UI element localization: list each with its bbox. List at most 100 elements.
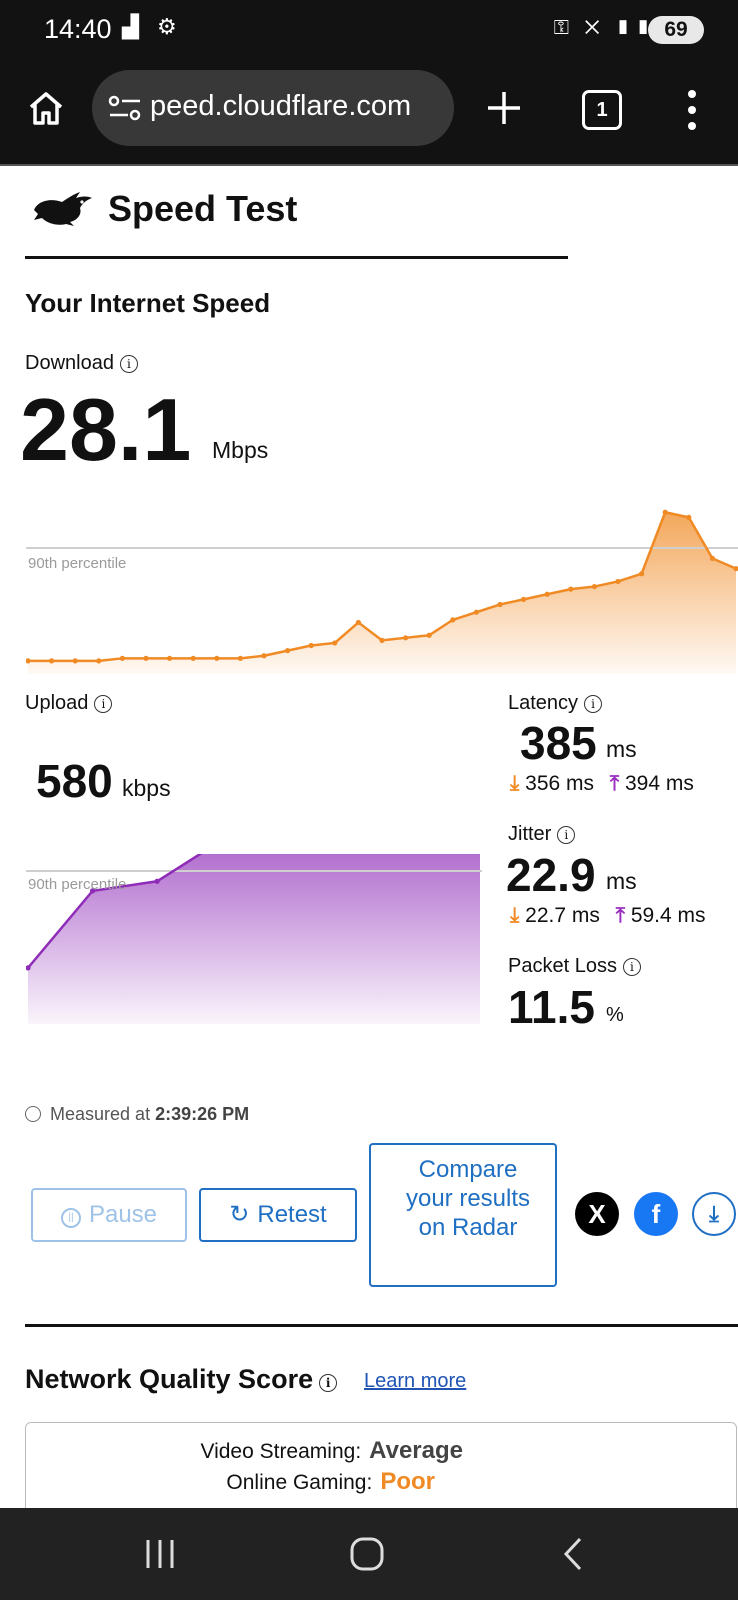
download-point bbox=[49, 658, 55, 664]
home-nav-icon[interactable] bbox=[349, 1536, 385, 1572]
tab-switcher-button[interactable]: 1 bbox=[582, 90, 622, 130]
latency-down-value: 356 ms bbox=[525, 772, 595, 795]
download-point bbox=[285, 648, 291, 654]
pause-button[interactable]: || Pause bbox=[31, 1188, 187, 1242]
rabbit-logo-icon bbox=[34, 192, 92, 226]
back-icon[interactable] bbox=[560, 1536, 586, 1572]
packet-loss-unit: % bbox=[606, 1004, 624, 1026]
upload-percentile-label: 90th percentile bbox=[28, 876, 127, 893]
address-bar[interactable]: peed.cloudflare.com bbox=[92, 70, 454, 146]
upload-value: 580 bbox=[36, 755, 113, 807]
upload-arrow-icon: ⤒ bbox=[615, 904, 625, 927]
download-point bbox=[261, 653, 267, 659]
home-icon[interactable] bbox=[26, 88, 66, 128]
download-point bbox=[119, 655, 125, 661]
learn-more-link[interactable]: Learn more bbox=[364, 1370, 466, 1393]
x-share-icon[interactable]: X bbox=[575, 1192, 619, 1236]
packet-loss-label: Packet Loss i bbox=[508, 955, 641, 978]
latency-up-value: 394 ms bbox=[625, 772, 694, 795]
upload-label-text: Upload bbox=[25, 692, 89, 714]
header-divider bbox=[25, 256, 568, 259]
download-label-text: Download bbox=[25, 352, 114, 374]
download-point bbox=[167, 655, 173, 661]
download-point bbox=[96, 658, 102, 664]
download-point bbox=[237, 655, 243, 661]
recent-apps-icon[interactable] bbox=[144, 1538, 178, 1570]
compare-label: Compare your results on Radar bbox=[405, 1156, 531, 1241]
facebook-share-icon[interactable]: f bbox=[634, 1192, 678, 1236]
download-percentile-label: 90th percentile bbox=[28, 555, 127, 572]
jitter-value: 22.9 bbox=[506, 849, 596, 901]
download-point bbox=[450, 617, 456, 623]
retest-label: Retest bbox=[257, 1201, 327, 1228]
latency-label: Latency i bbox=[508, 692, 603, 715]
battery-indicator: 69 bbox=[648, 16, 704, 44]
info-icon[interactable]: i bbox=[557, 826, 576, 844]
site-settings-icon[interactable] bbox=[108, 94, 142, 122]
info-icon[interactable]: i bbox=[94, 695, 113, 713]
packet-loss-value: 11.5 bbox=[508, 981, 595, 1033]
status-time: 14:40 bbox=[44, 14, 112, 44]
jitter-down-value: 22.7 ms bbox=[525, 904, 600, 927]
jitter-up-value: 59.4 ms bbox=[630, 904, 706, 927]
score-value: Average bbox=[369, 1437, 463, 1464]
download-point bbox=[662, 509, 668, 515]
upload-label: Upload i bbox=[25, 692, 113, 715]
info-icon[interactable]: i bbox=[622, 958, 641, 976]
measured-time-value: 2:39:26 PM bbox=[155, 1104, 250, 1124]
compare-radar-button[interactable]: Compare your results on Radar bbox=[369, 1143, 557, 1287]
info-icon[interactable]: i bbox=[319, 1374, 338, 1392]
measured-prefix: Measured at bbox=[50, 1104, 151, 1124]
url-text[interactable]: peed.cloudflare.com bbox=[150, 90, 411, 123]
retest-button[interactable]: ↻ Retest bbox=[199, 1188, 357, 1242]
latency-value: 385 bbox=[520, 717, 597, 769]
download-arrow-icon: ⤓ bbox=[510, 904, 520, 927]
more-options-icon[interactable] bbox=[682, 88, 702, 132]
download-point bbox=[72, 658, 78, 664]
score-row-video-streaming: Video Streaming: Average bbox=[200, 1437, 463, 1465]
notification-icons: ▟ ⚙ bbox=[122, 14, 183, 39]
download-point bbox=[497, 601, 503, 608]
download-point bbox=[544, 591, 550, 597]
download-results-icon[interactable]: ⤓ bbox=[692, 1192, 736, 1236]
refresh-icon: ↻ bbox=[229, 1201, 250, 1228]
new-tab-icon[interactable] bbox=[484, 88, 524, 128]
section-title: Your Internet Speed bbox=[25, 288, 271, 318]
download-point bbox=[403, 635, 409, 641]
download-point bbox=[568, 586, 574, 592]
latency-unit: ms bbox=[606, 736, 637, 762]
latency-down-up: ⤓ 356 ms ⤒ 394 ms bbox=[510, 772, 694, 796]
download-point bbox=[591, 583, 598, 590]
browser-toolbar: peed.cloudflare.com 1 bbox=[0, 60, 738, 166]
download-point bbox=[709, 555, 716, 561]
info-icon[interactable]: i bbox=[119, 355, 138, 373]
download-point bbox=[615, 578, 621, 585]
network-quality-title-text: Network Quality Score bbox=[25, 1364, 314, 1394]
pause-icon: || bbox=[60, 1208, 81, 1228]
latency-label-text: Latency bbox=[508, 692, 579, 714]
jitter-down-up: ⤓ 22.7 ms ⤒ 59.4 ms bbox=[510, 904, 706, 928]
download-point bbox=[473, 609, 479, 615]
download-unit: Mbps bbox=[212, 437, 269, 463]
download-point bbox=[355, 619, 361, 626]
upload-unit: kbps bbox=[122, 775, 171, 801]
score-label: Video Streaming: bbox=[200, 1440, 362, 1463]
download-point bbox=[686, 514, 692, 520]
download-area bbox=[28, 512, 736, 674]
download-point bbox=[332, 640, 338, 646]
jitter-label: Jitter i bbox=[508, 823, 576, 846]
download-point bbox=[379, 637, 385, 643]
jitter-label-text: Jitter bbox=[508, 823, 552, 845]
download-point bbox=[143, 655, 149, 661]
system-nav-bar bbox=[0, 1508, 738, 1600]
status-bar: 14:40 ▟ ⚙ ⚿ ✕ ▮▮▮ 69 bbox=[0, 0, 738, 60]
info-icon[interactable]: i bbox=[584, 695, 603, 713]
score-label: Online Gaming: bbox=[226, 1471, 373, 1494]
score-value: Poor bbox=[380, 1468, 435, 1495]
download-chart bbox=[26, 509, 738, 674]
download-point bbox=[214, 655, 220, 661]
download-point bbox=[521, 596, 527, 602]
pause-label: Pause bbox=[88, 1201, 158, 1228]
download-point bbox=[639, 571, 645, 577]
measured-time: Measured at 2:39:26 PM bbox=[25, 1104, 249, 1125]
